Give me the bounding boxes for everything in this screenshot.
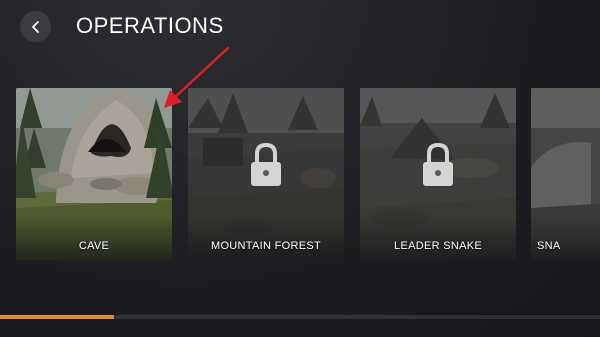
scrollbar-thumb[interactable]	[0, 315, 114, 319]
operation-card-partial[interactable]: SNA	[531, 88, 600, 260]
operation-label: SNA	[537, 240, 561, 252]
back-button[interactable]	[20, 11, 51, 42]
operation-label: LEADER SNAKE	[394, 240, 482, 252]
lock-icon	[423, 142, 453, 186]
operation-label: CAVE	[78, 240, 110, 252]
page-title: OPERATIONS	[76, 13, 224, 38]
operations-carousel[interactable]: CAVE MOUNTAIN FOREST LEADER SNAKE SNA	[0, 88, 600, 262]
operation-card-leader-snake[interactable]: LEADER SNAKE	[360, 88, 516, 260]
label-gradient	[531, 216, 600, 260]
label-gradient	[188, 216, 344, 260]
carousel-scrollbar[interactable]	[0, 315, 600, 319]
chevron-left-icon	[31, 20, 39, 33]
lock-icon	[251, 142, 281, 186]
label-gradient	[360, 216, 516, 260]
operation-label: MOUNTAIN FOREST	[210, 240, 321, 252]
operation-card-cave[interactable]: CAVE	[16, 88, 172, 260]
label-gradient	[16, 216, 172, 260]
header-bar: OPERATIONS	[0, 0, 600, 60]
operation-card-mountain-forest[interactable]: MOUNTAIN FOREST	[188, 88, 344, 260]
